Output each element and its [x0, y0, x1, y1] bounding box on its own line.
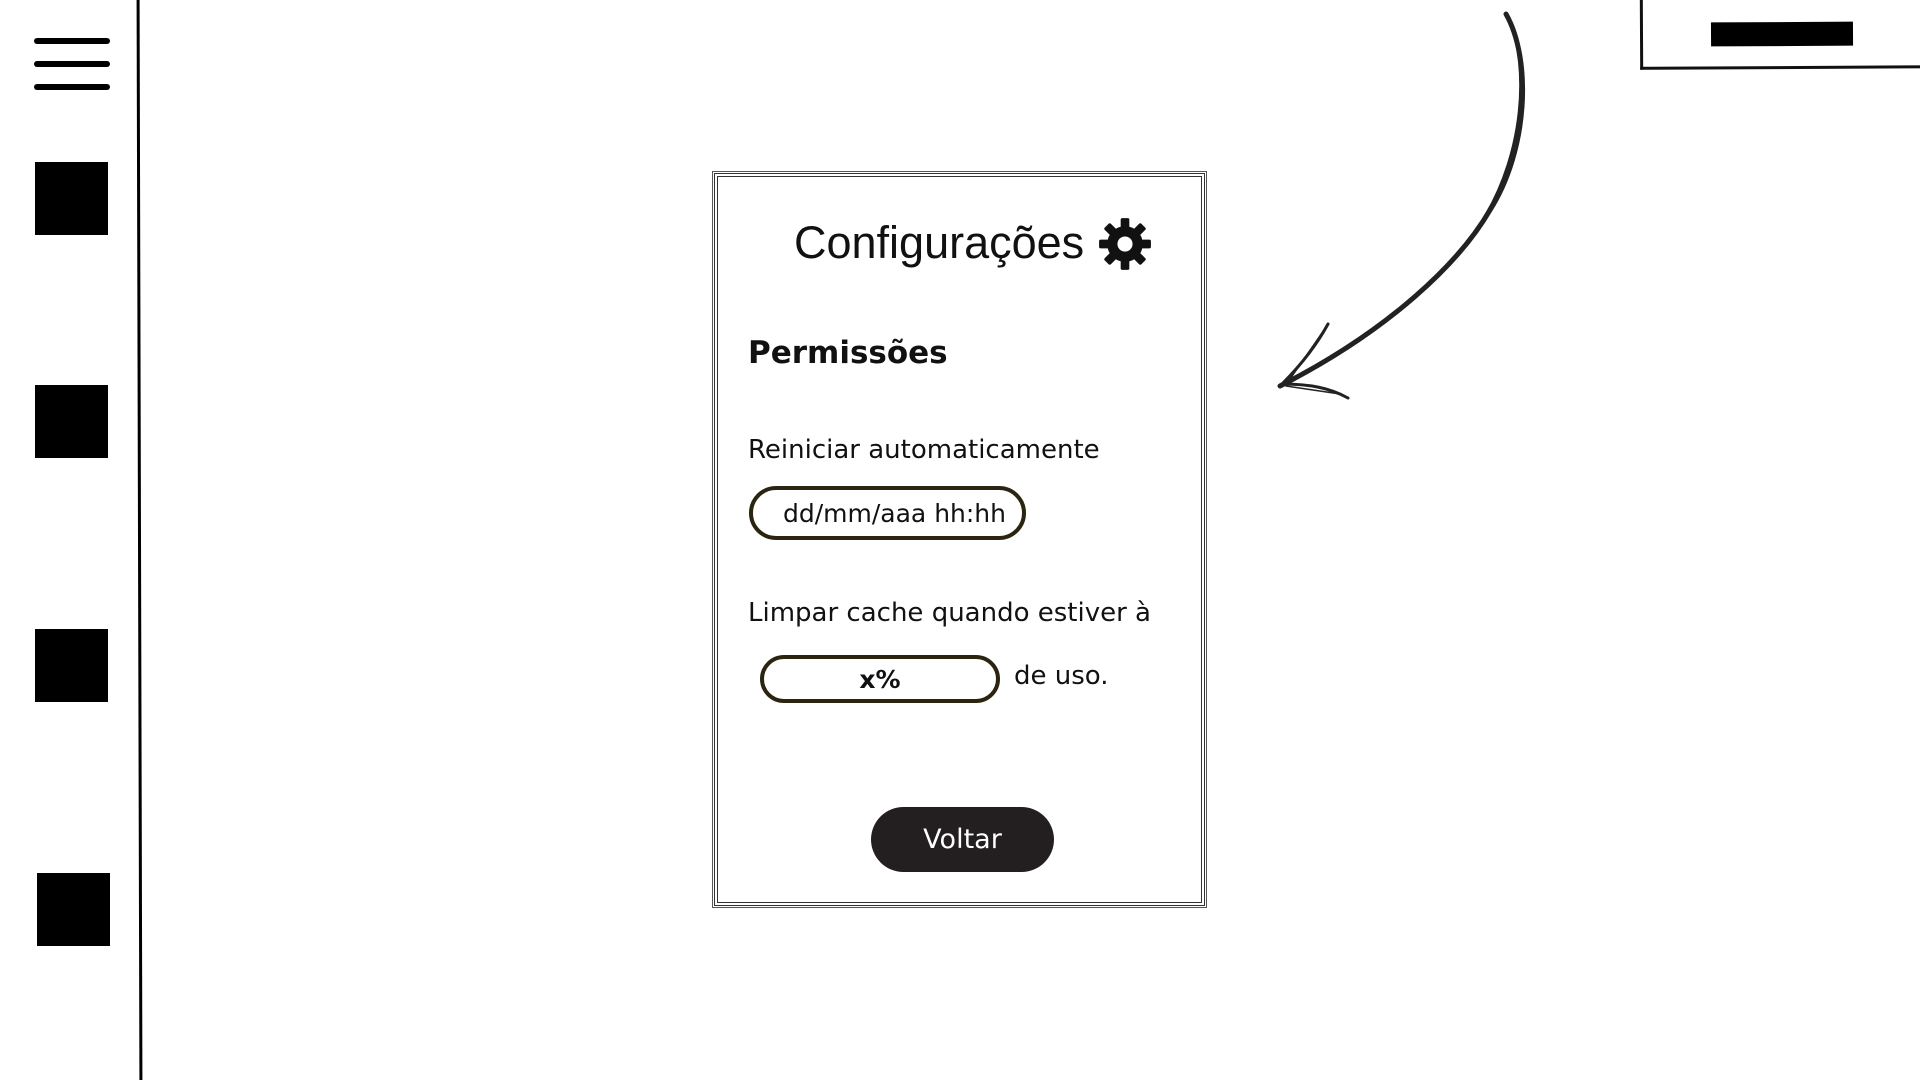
- canvas: Configurações Permissões Reiniciar autom…: [0, 0, 1920, 1080]
- sidebar-divider: [136, 0, 143, 1080]
- sidebar-item-4[interactable]: [37, 873, 110, 946]
- card-title: Configurações: [794, 217, 1085, 268]
- auto-restart-datetime-input[interactable]: [749, 486, 1026, 540]
- cache-percent-input[interactable]: [760, 655, 1000, 703]
- sidebar-item-2[interactable]: [35, 385, 108, 458]
- back-button[interactable]: Voltar: [871, 807, 1054, 872]
- settings-card: Configurações Permissões Reiniciar autom…: [712, 171, 1207, 908]
- sidebar-item-1[interactable]: [35, 162, 108, 235]
- corner-window-bar[interactable]: [1710, 21, 1854, 47]
- annotation-arrow-icon: [1277, 11, 1526, 400]
- auto-restart-label: Reiniciar automaticamente: [748, 435, 1100, 465]
- clear-cache-label: Limpar cache quando estiver à: [748, 598, 1151, 628]
- sidebar-item-3[interactable]: [35, 629, 108, 702]
- gear-icon[interactable]: [1098, 217, 1152, 271]
- corner-window: [1639, 0, 1920, 70]
- hamburger-menu-icon[interactable]: [34, 36, 110, 92]
- section-heading-permissions: Permissões: [748, 335, 948, 371]
- cache-usage-suffix: de uso.: [1014, 661, 1109, 691]
- card-header: Configurações: [718, 213, 1201, 273]
